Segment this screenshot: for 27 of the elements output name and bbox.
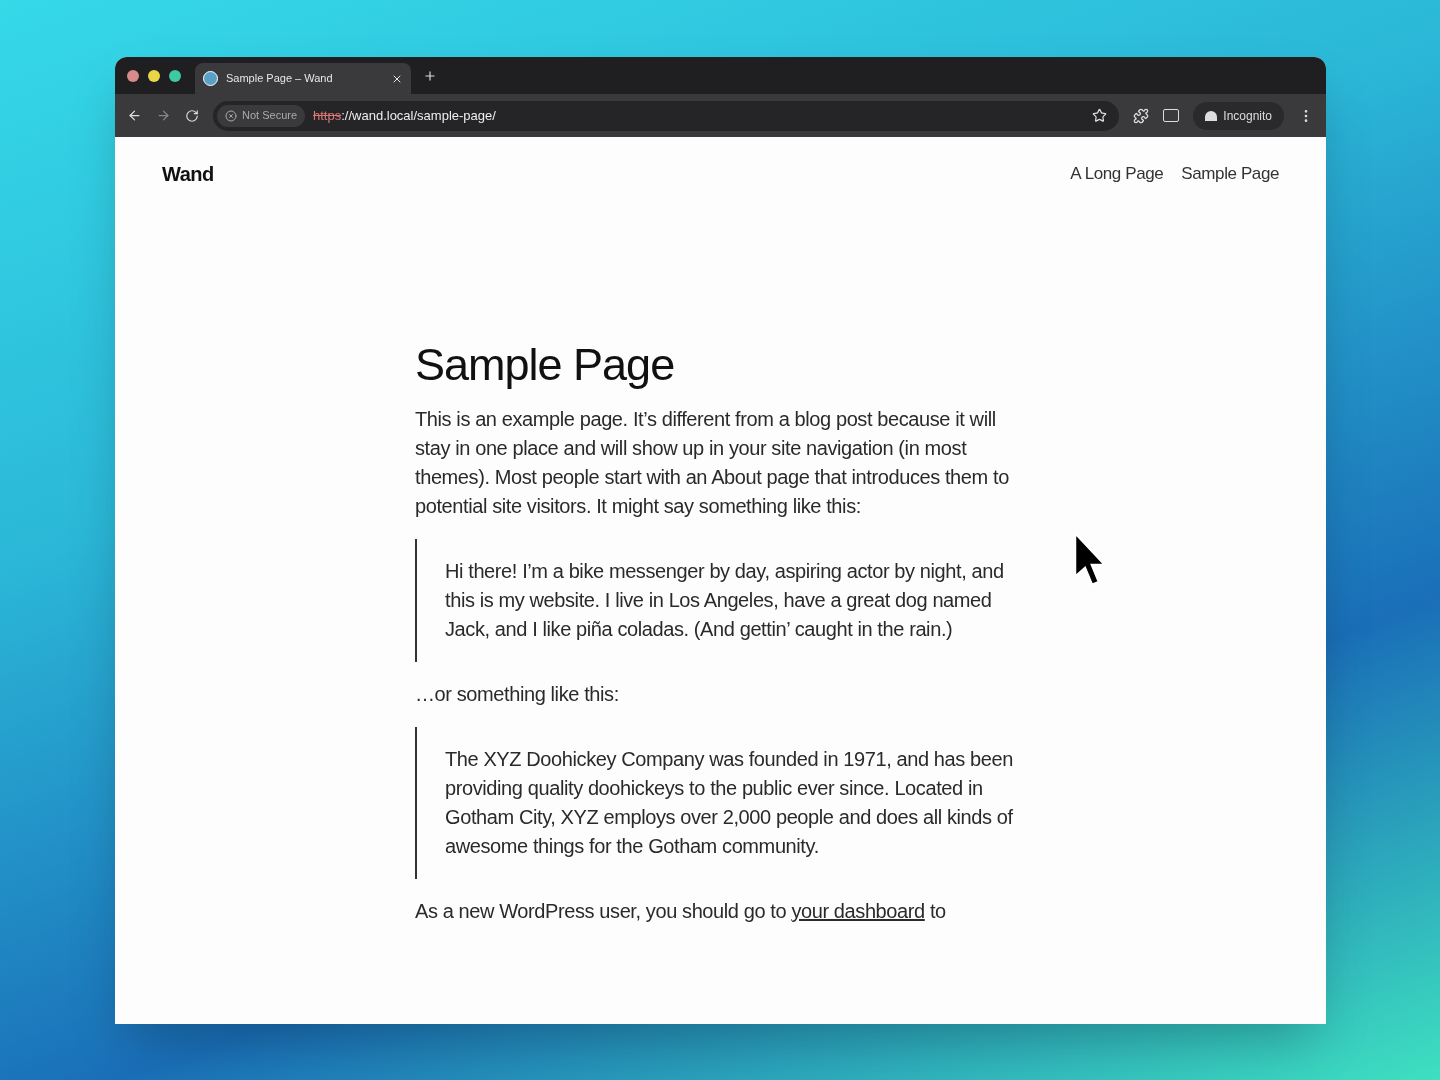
reader-view-icon[interactable] xyxy=(1163,109,1180,122)
page-title: Sample Page xyxy=(415,339,676,391)
address-bar[interactable]: Not Secure https://wand.local/sample-page/ xyxy=(213,100,1120,131)
tab-title: Sample Page – Wand xyxy=(226,71,334,87)
maximize-window-icon[interactable] xyxy=(169,69,181,82)
blockquote: Hi there! I’m a bike messenger by day, aspiring actor by night, and this is my website. I live in Los Angeles, have a great dog named Jack, and I like piña coladas. (And gettin’ caught in the rain.) xyxy=(415,539,1025,662)
minimize-window-icon[interactable] xyxy=(148,69,160,82)
nav-link[interactable]: A Long Page xyxy=(1070,161,1164,187)
bookmark-star-icon[interactable] xyxy=(1092,108,1108,123)
body-paragraph: …or something like this: xyxy=(415,682,620,707)
browser-tab[interactable]: Sample Page – Wand xyxy=(195,63,411,94)
nav-link[interactable]: Sample Page xyxy=(1181,161,1279,187)
back-icon[interactable] xyxy=(127,108,142,123)
profile-chip[interactable]: Incognito xyxy=(1193,101,1284,130)
dashboard-link[interactable]: your dashboard xyxy=(791,900,925,922)
extensions-icon[interactable] xyxy=(1133,107,1150,124)
body-paragraph: This is an example page. It’s different from a blog post because it will stay in one place and will show up in your site navigation (in most themes). Most people start with an About page that introduces them to potential site visitors. It might say something like this: xyxy=(415,407,1010,519)
body-paragraph: As a new WordPress user, you should go to your dashboard to xyxy=(415,899,947,924)
blockquote: The XYZ Doohickey Company was founded in 1971, and has been providing quality doohickeys to the public ever since. Located in Gotham City, XYZ employs over 2,000 people and does all kinds of awesome things for the Gotham community. xyxy=(415,727,1025,879)
close-window-icon[interactable] xyxy=(127,69,139,82)
site-title[interactable]: Wand xyxy=(162,159,214,189)
forward-icon[interactable] xyxy=(156,108,171,123)
reload-icon[interactable] xyxy=(185,108,199,123)
url-text: https://wand.local/sample-page/ xyxy=(313,106,497,125)
new-tab-icon[interactable] xyxy=(423,68,437,83)
security-chip[interactable]: Not Secure xyxy=(217,104,306,127)
warning-icon xyxy=(225,109,237,122)
